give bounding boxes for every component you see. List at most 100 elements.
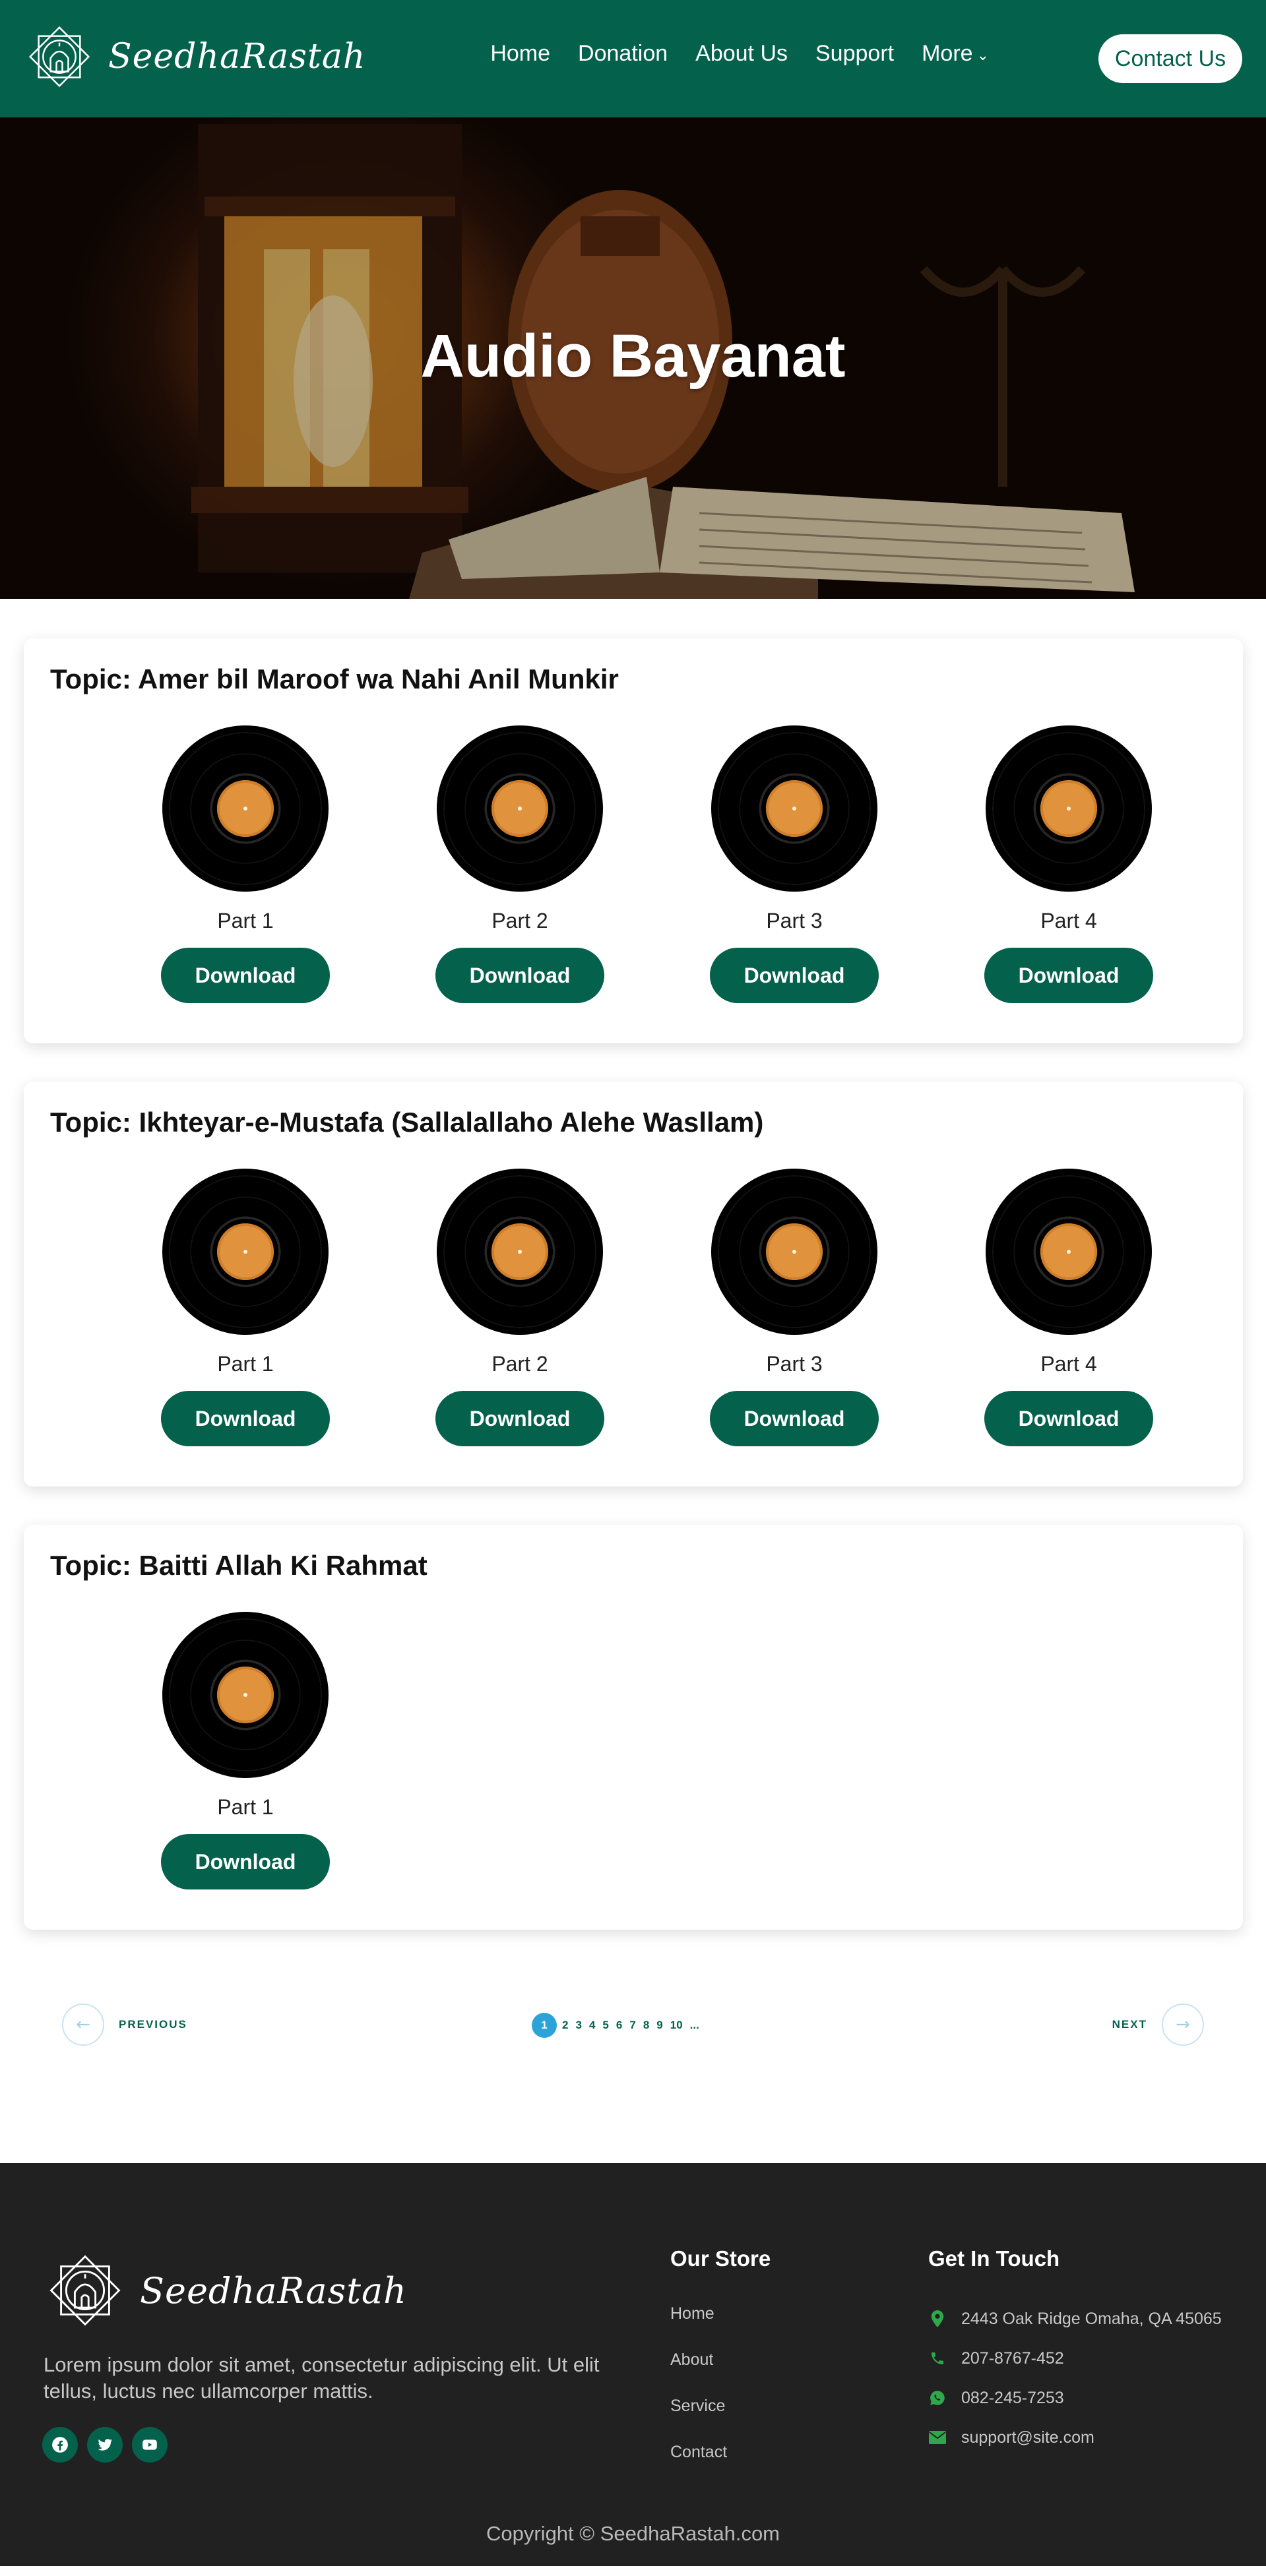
audio-part: Part 1 Download	[160, 725, 331, 1003]
part-label: Part 2	[491, 909, 548, 933]
download-button[interactable]: Download	[984, 1391, 1153, 1446]
page-number[interactable]: 7	[629, 2019, 635, 2032]
topic-title: Topic: Ikhteyar-e-Mustafa (Sallalallaho …	[50, 1107, 763, 1138]
nav-more[interactable]: More ⌄	[922, 41, 989, 67]
footer-description: Lorem ipsum dolor sit amet, consectetur …	[44, 2353, 600, 2403]
download-button[interactable]: Download	[984, 948, 1153, 1003]
audio-part: Part 4 Download	[983, 1169, 1155, 1446]
mosque-star-logo-icon	[28, 26, 90, 88]
get-in-touch-heading: Get In Touch	[928, 2246, 1060, 2271]
phone-text[interactable]: 207-8767-452	[961, 2349, 1064, 2368]
hero-banner: Audio Bayanat	[0, 117, 1266, 599]
social-links	[42, 2427, 177, 2463]
topic-prefix: Topic:	[50, 663, 131, 694]
footer-link-home[interactable]: Home	[670, 2304, 727, 2350]
page-number[interactable]: 10	[670, 2019, 683, 2032]
audio-part: Part 4 Download	[983, 725, 1155, 1003]
audio-parts: Part 1 Download	[24, 1612, 1243, 1915]
topic-title: Topic: Amer bil Maroof wa Nahi Anil Munk…	[50, 663, 619, 695]
topic-prefix: Topic:	[50, 1550, 131, 1581]
part-label: Part 1	[217, 1352, 274, 1376]
pagination: ← PREVIOUS 1 2 3 4 5 6 7 8 9 10 ... NEXT…	[0, 1968, 1266, 2100]
vinyl-record-icon[interactable]	[162, 725, 329, 892]
part-label: Part 3	[766, 909, 823, 933]
chevron-down-icon: ⌄	[976, 46, 989, 63]
nav-support[interactable]: Support	[815, 41, 894, 67]
vinyl-record-icon[interactable]	[986, 725, 1152, 892]
download-button[interactable]: Download	[161, 1834, 330, 1889]
page-number[interactable]: 4	[589, 2019, 595, 2032]
vinyl-record-icon[interactable]	[711, 725, 877, 892]
download-button[interactable]: Download	[435, 948, 604, 1003]
audio-part: Part 3 Download	[709, 1169, 880, 1446]
audio-part: Part 3 Download	[709, 725, 880, 1003]
download-button[interactable]: Download	[161, 948, 330, 1003]
audio-parts: Part 1 Download Part 2 Download Part 3 D…	[24, 1169, 1243, 1472]
topic-name: Ikhteyar-e-Mustafa (Sallalallaho Alehe W…	[139, 1107, 764, 1138]
topic-name: Baitti Allah Ki Rahmat	[139, 1550, 427, 1581]
brand-logo[interactable]: SeedhaRastah	[22, 20, 365, 94]
envelope-icon	[928, 2428, 947, 2447]
audio-part: Part 2 Download	[434, 725, 606, 1003]
footer: SeedhaRastah Lorem ipsum dolor sit amet,…	[0, 2163, 1266, 2566]
page-number-current[interactable]: 1	[532, 2013, 557, 2038]
navbar: SeedhaRastah Home Donation About Us Supp…	[0, 0, 1266, 117]
contact-us-button[interactable]: Contact Us	[1098, 34, 1242, 83]
vinyl-record-icon[interactable]	[437, 725, 603, 892]
mosque-star-logo-icon	[49, 2255, 121, 2326]
phone-row: 207-8767-452	[928, 2339, 1222, 2378]
topics-list: Topic: Amer bil Maroof wa Nahi Anil Munk…	[0, 599, 1266, 1930]
audio-part: Part 1 Download	[160, 1612, 331, 1889]
page-title: Audio Bayanat	[420, 322, 846, 390]
facebook-icon[interactable]	[42, 2427, 78, 2463]
our-store-heading: Our Store	[670, 2246, 771, 2271]
next-page-button[interactable]: NEXT →	[1098, 2004, 1204, 2046]
topic-prefix: Topic:	[50, 1107, 131, 1138]
footer-link-about[interactable]: About	[670, 2350, 727, 2397]
nav-home[interactable]: Home	[490, 41, 550, 67]
topic-card: Topic: Ikhteyar-e-Mustafa (Sallalallaho …	[24, 1082, 1243, 1487]
twitter-icon[interactable]	[87, 2427, 123, 2463]
footer-link-contact[interactable]: Contact	[670, 2443, 727, 2489]
page-number[interactable]: 6	[616, 2019, 622, 2032]
page-ellipsis: ...	[689, 2019, 699, 2031]
page-number[interactable]: 9	[656, 2019, 662, 2032]
footer-brand-name: SeedhaRastah	[140, 2269, 407, 2312]
email-text[interactable]: support@site.com	[961, 2428, 1094, 2447]
vinyl-record-icon[interactable]	[437, 1169, 603, 1335]
download-button[interactable]: Download	[710, 1391, 879, 1446]
part-label: Part 1	[217, 1795, 274, 1819]
vinyl-record-icon[interactable]	[986, 1169, 1152, 1335]
footer-brand-logo[interactable]: SeedhaRastah	[42, 2248, 407, 2333]
vinyl-record-icon[interactable]	[711, 1169, 877, 1335]
nav-donation[interactable]: Donation	[578, 41, 668, 67]
page-number[interactable]: 2	[562, 2019, 568, 2032]
vinyl-record-icon[interactable]	[162, 1169, 329, 1335]
part-label: Part 3	[766, 1352, 823, 1376]
page-number[interactable]: 8	[643, 2019, 649, 2032]
arrow-right-icon: →	[1162, 2004, 1204, 2046]
footer-link-service[interactable]: Service	[670, 2397, 727, 2443]
nav-about-us[interactable]: About Us	[695, 41, 788, 67]
whatsapp-icon	[928, 2389, 947, 2407]
download-button[interactable]: Download	[161, 1391, 330, 1446]
page-number[interactable]: 5	[602, 2019, 608, 2032]
download-button[interactable]: Download	[710, 948, 879, 1003]
topic-title: Topic: Baitti Allah Ki Rahmat	[50, 1550, 427, 1581]
address-row: 2443 Oak Ridge Omaha, QA 45065	[928, 2299, 1222, 2339]
store-links: Home About Service Contact	[670, 2304, 727, 2489]
part-label: Part 2	[491, 1352, 548, 1376]
email-row: support@site.com	[928, 2418, 1222, 2457]
download-button[interactable]: Download	[435, 1391, 604, 1446]
page-number[interactable]: 3	[575, 2019, 581, 2032]
previous-page-button[interactable]: ← PREVIOUS	[62, 2004, 202, 2046]
vinyl-record-icon[interactable]	[162, 1612, 329, 1778]
youtube-icon[interactable]	[132, 2427, 168, 2463]
part-label: Part 4	[1040, 909, 1097, 933]
whatsapp-row: 082-245-7253	[928, 2378, 1222, 2418]
whatsapp-text[interactable]: 082-245-7253	[961, 2389, 1064, 2408]
copyright-text: Copyright © SeedhaRastah.com	[486, 2522, 780, 2545]
contact-info: 2443 Oak Ridge Omaha, QA 45065 207-8767-…	[928, 2299, 1222, 2457]
phone-icon	[928, 2349, 947, 2368]
address-text: 2443 Oak Ridge Omaha, QA 45065	[961, 2309, 1222, 2328]
